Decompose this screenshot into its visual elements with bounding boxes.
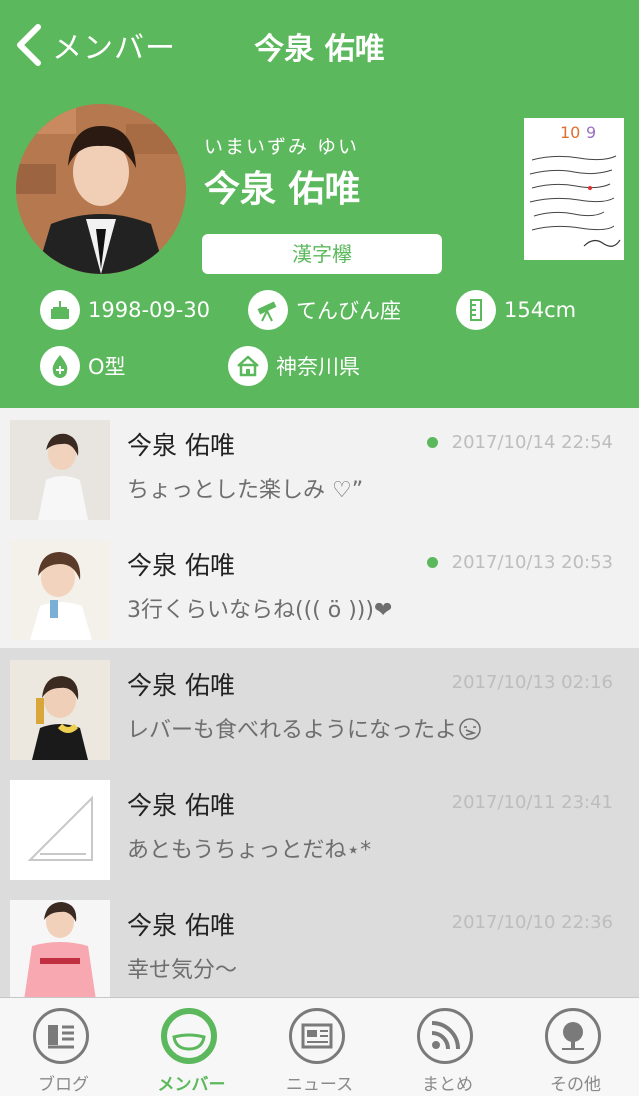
member-icon (161, 1008, 217, 1064)
member-avatar (16, 104, 186, 274)
post-author: 今泉 佑唯 (127, 671, 235, 700)
blood-drop-icon (40, 346, 80, 386)
house-icon (228, 346, 268, 386)
blood-type-value: O型 (88, 355, 126, 379)
post-date: 2017/10/13 20:53 (451, 552, 613, 573)
blog-post-row[interactable]: 今泉 佑唯 2017/10/13 20:53 3行くらいならね((( ö )))… (0, 528, 639, 648)
profile-header: メンバー 今泉 佑唯 いまいずみ ゆい 今泉 佑唯 漢字欅 10 9 1998-… (0, 0, 639, 408)
tab-label: その他 (550, 1075, 601, 1095)
post-snippet: 幸せ気分〜 (127, 958, 238, 983)
autograph-card[interactable]: 10 9 (524, 118, 624, 260)
team-badge: 漢字欅 (202, 234, 442, 274)
smile-emoji-icon (459, 718, 481, 740)
telescope-icon (248, 290, 288, 330)
height-info: 154cm (456, 290, 576, 330)
blog-post-row[interactable]: 今泉 佑唯 2017/10/10 22:36 幸せ気分〜 (0, 888, 639, 997)
tab-label: まとめ (422, 1075, 473, 1095)
post-thumbnail (10, 420, 110, 520)
blog-post-row[interactable]: 今泉 佑唯 2017/10/13 02:16 レバーも食べれるようになったよ (0, 648, 639, 768)
post-date: 2017/10/13 02:16 (451, 672, 613, 693)
tab-other[interactable]: その他 (512, 998, 639, 1096)
svg-text:10: 10 (560, 123, 580, 142)
blog-post-list: 今泉 佑唯 2017/10/14 22:54 ちょっとした楽しみ ♡” 今泉 佑… (0, 408, 639, 997)
height-value: 154cm (504, 298, 577, 322)
post-snippet: ちょっとした楽しみ ♡” (127, 478, 364, 503)
cake-icon (40, 290, 80, 330)
post-date: 2017/10/14 22:54 (451, 432, 613, 453)
post-author: 今泉 佑唯 (127, 791, 235, 820)
blood-type-info: O型 (40, 346, 126, 386)
tab-label: ニュース (285, 1075, 354, 1095)
birthday-value: 1998-09-30 (88, 298, 211, 322)
post-author: 今泉 佑唯 (127, 551, 235, 580)
hometown-info: 神奈川県 (228, 346, 360, 386)
birthday-info: 1998-09-30 (40, 290, 210, 330)
post-author: 今泉 佑唯 (127, 431, 235, 460)
post-snippet-text: レバーも食べれるようになったよ (127, 718, 458, 743)
rss-icon (417, 1008, 473, 1064)
post-thumbnail (10, 900, 110, 997)
member-name: 今泉 佑唯 (204, 169, 361, 210)
post-thumbnail (10, 660, 110, 760)
page-title: 今泉 佑唯 (254, 32, 385, 67)
tab-news[interactable]: ニュース (256, 998, 383, 1096)
post-thumbnail-placeholder (10, 780, 110, 880)
name-kana: いまいずみ ゆい (204, 136, 360, 158)
tab-label: ブログ (38, 1075, 89, 1095)
unread-indicator (427, 437, 438, 448)
blog-post-row[interactable]: 今泉 佑唯 2017/10/14 22:54 ちょっとした楽しみ ♡” (0, 408, 639, 528)
post-snippet: 3行くらいならね((( ö )))❤ (127, 598, 393, 623)
post-snippet: あともうちょっとだね⋆* (127, 838, 372, 863)
zodiac-value: てんびん座 (296, 299, 401, 323)
news-icon (289, 1008, 345, 1064)
post-author: 今泉 佑唯 (127, 911, 235, 940)
svg-text:9: 9 (586, 123, 596, 142)
tab-member[interactable]: メンバー (128, 998, 255, 1096)
blog-post-row[interactable]: 今泉 佑唯 2017/10/11 23:41 あともうちょっとだね⋆* (0, 768, 639, 888)
tab-label: メンバー (157, 1075, 226, 1095)
ruler-icon (456, 290, 496, 330)
zodiac-info: てんびん座 (248, 290, 401, 330)
post-thumbnail (10, 540, 110, 640)
post-date: 2017/10/10 22:36 (451, 912, 613, 933)
tab-matome[interactable]: まとめ (384, 998, 511, 1096)
hometown-value: 神奈川県 (276, 355, 360, 379)
blog-icon (33, 1008, 89, 1064)
tab-bar: ブログ メンバー ニュース まとめ その他 (0, 997, 639, 1096)
tree-icon (545, 1008, 601, 1064)
post-date: 2017/10/11 23:41 (451, 792, 613, 813)
post-snippet: レバーも食べれるようになったよ (127, 712, 482, 744)
navigation-bar: メンバー 今泉 佑唯 (0, 0, 639, 90)
tab-blog[interactable]: ブログ (0, 998, 127, 1096)
unread-indicator (427, 557, 438, 568)
